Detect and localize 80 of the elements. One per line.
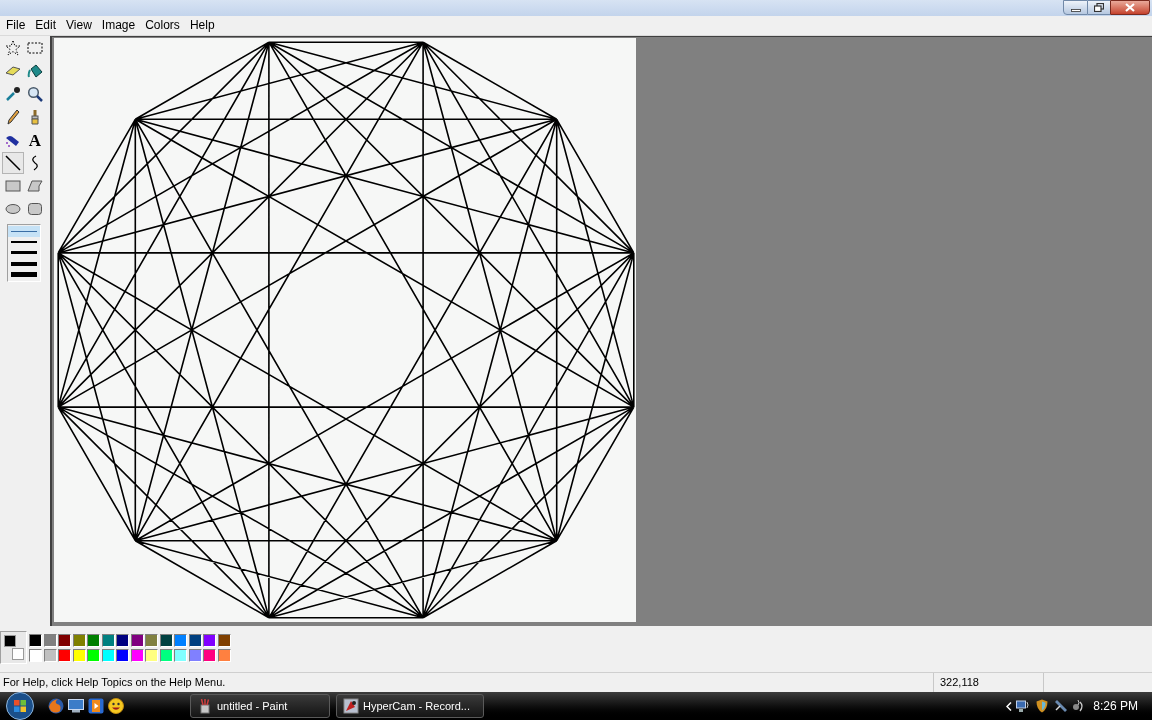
color-swatch[interactable] — [29, 634, 42, 647]
stroke-sample-icon — [11, 230, 37, 232]
color-swatch[interactable] — [101, 649, 115, 662]
close-icon — [1125, 3, 1135, 12]
app-tile-icon — [343, 698, 359, 714]
restore-button[interactable] — [1088, 0, 1110, 15]
pencil-icon — [5, 109, 21, 125]
volume-icon[interactable] — [1071, 699, 1086, 713]
desktop-icon[interactable] — [68, 699, 84, 713]
dashed-rectangle-icon — [27, 40, 43, 56]
paint-bucket-icon — [27, 63, 43, 79]
eraser-icon — [5, 63, 21, 79]
restore-icon — [1094, 3, 1104, 12]
color-swatch[interactable] — [58, 649, 71, 662]
color-swatch[interactable] — [130, 649, 144, 662]
diagonal-line-icon — [5, 155, 21, 171]
color-swatch[interactable] — [174, 634, 187, 647]
color-swatch[interactable] — [58, 634, 71, 647]
color-swatch[interactable] — [130, 634, 144, 647]
color-swatch[interactable] — [159, 634, 173, 647]
color-swatch[interactable] — [159, 649, 173, 662]
stroke-sample-icon — [11, 272, 37, 278]
network-icon[interactable] — [1016, 699, 1031, 713]
color-swatch[interactable] — [43, 649, 57, 662]
color-swatch[interactable] — [203, 649, 216, 662]
taskbar-button[interactable]: HyperCam - Record... — [336, 694, 484, 718]
start-orb-icon — [6, 692, 34, 720]
ellipse-icon — [5, 201, 21, 217]
color-swatch[interactable] — [29, 649, 42, 662]
color-swatch[interactable] — [145, 634, 158, 647]
stroke-sample-icon — [11, 251, 37, 255]
foreground-color-swatch[interactable] — [4, 635, 16, 647]
color-swatch[interactable] — [116, 634, 129, 647]
dashed-star-icon — [5, 40, 21, 56]
cursor-coordinates: 322,118 — [940, 675, 979, 691]
color-swatch[interactable] — [188, 634, 202, 647]
taskbar-button[interactable]: untitled - Paint — [190, 694, 330, 718]
pen-icon[interactable] — [1054, 699, 1069, 713]
chevron-left-icon[interactable] — [1006, 701, 1013, 711]
minimize-icon — [1070, 8, 1081, 12]
color-swatch[interactable] — [87, 649, 100, 662]
stroke-sample-icon — [11, 261, 37, 266]
color-swatch[interactable] — [217, 649, 231, 662]
menu-item[interactable]: Edit — [30, 16, 62, 35]
rectangle-icon — [5, 178, 21, 194]
clock-text: 8:26 PM — [1093, 698, 1138, 715]
smiley-icon[interactable] — [108, 698, 124, 714]
color-swatch[interactable] — [72, 634, 86, 647]
rounded-rectangle-icon — [27, 201, 43, 217]
color-swatch[interactable] — [188, 649, 202, 662]
color-swatch[interactable] — [217, 634, 231, 647]
magnifier-icon — [27, 86, 43, 102]
color-swatch[interactable] — [101, 634, 115, 647]
color-swatch[interactable] — [43, 634, 57, 647]
menu-item[interactable]: View — [61, 16, 97, 35]
paint-cup-icon — [197, 698, 213, 714]
text-tool[interactable]: A — [24, 129, 46, 151]
status-help-text: For Help, click Help Topics on the Help Menu. — [3, 675, 226, 691]
color-swatch[interactable] — [203, 634, 216, 647]
polygon-icon — [27, 178, 43, 194]
line-tool[interactable] — [2, 152, 24, 174]
close-button[interactable] — [1110, 0, 1150, 15]
background-color-swatch[interactable] — [12, 648, 24, 660]
color-swatch[interactable] — [87, 634, 100, 647]
menu-item[interactable]: Colors — [140, 16, 185, 35]
menu-item[interactable]: Help — [184, 16, 220, 35]
stroke-sample-icon — [11, 241, 37, 244]
minimize-button[interactable] — [1063, 0, 1088, 15]
color-swatch[interactable] — [72, 649, 86, 662]
color-swatch[interactable] — [116, 649, 129, 662]
menu-item[interactable]: Image — [96, 16, 141, 35]
play-tile-icon[interactable] — [88, 698, 104, 714]
color-swatch[interactable] — [174, 649, 187, 662]
eyedropper-icon — [5, 86, 21, 102]
line-width-option[interactable] — [8, 269, 40, 280]
start-button[interactable] — [3, 692, 37, 720]
color-swatch[interactable] — [145, 649, 158, 662]
shield-icon[interactable] — [1036, 699, 1049, 713]
globe-icon[interactable] — [48, 698, 64, 714]
menu-item[interactable]: File — [1, 16, 31, 35]
